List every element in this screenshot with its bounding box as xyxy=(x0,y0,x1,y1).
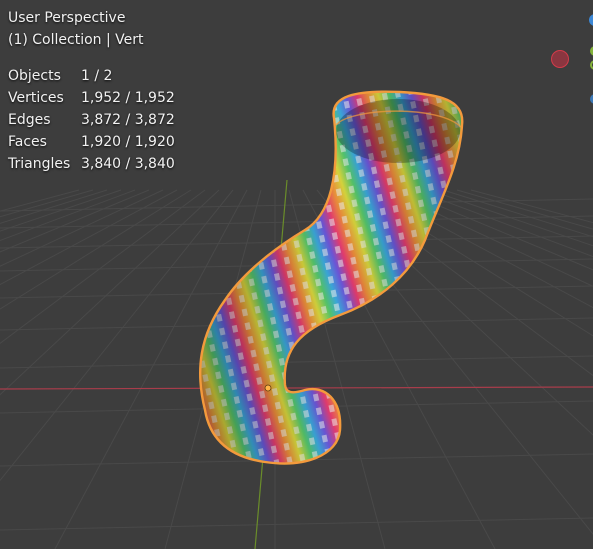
axis-gizmo-icon[interactable] xyxy=(548,8,593,108)
stat-value: 3,872 / 3,872 xyxy=(81,112,175,128)
grid-line xyxy=(456,189,593,230)
collection-info: (1) Collection | Vert xyxy=(8,32,144,48)
stat-label: Triangles xyxy=(8,156,71,172)
x-axis-line xyxy=(0,386,593,390)
stat-label: Edges xyxy=(8,112,51,128)
grid-line xyxy=(0,189,150,253)
grid-line xyxy=(0,189,192,310)
grid-line xyxy=(0,189,108,224)
grid-line xyxy=(442,189,593,238)
gizmo-z-top-icon[interactable] xyxy=(589,14,593,26)
stat-label: Vertices xyxy=(8,90,64,106)
stat-value: 1,920 / 1,920 xyxy=(81,134,175,150)
grid-line xyxy=(0,189,206,344)
gizmo-neg-x-icon[interactable] xyxy=(551,50,569,68)
origin-dot-icon xyxy=(264,384,272,392)
grid-line xyxy=(0,355,593,369)
grid-line xyxy=(0,517,593,531)
grid-line xyxy=(428,189,593,247)
curved-tube-mesh[interactable] xyxy=(190,80,480,480)
grid-line xyxy=(414,189,593,258)
view-title: User Perspective xyxy=(8,10,126,26)
tube-inner-opening xyxy=(336,99,460,163)
stat-value: 1,952 / 1,952 xyxy=(81,90,175,106)
grid-line xyxy=(0,189,80,212)
stat-value: 3,840 / 3,840 xyxy=(81,156,175,172)
stat-label: Faces xyxy=(8,134,47,150)
grid-line xyxy=(0,189,164,267)
grid-line xyxy=(0,189,94,218)
grid-line xyxy=(470,189,593,224)
grid-line xyxy=(400,189,593,271)
stat-label: Objects xyxy=(8,68,61,84)
stat-value: 1 / 2 xyxy=(81,68,113,84)
